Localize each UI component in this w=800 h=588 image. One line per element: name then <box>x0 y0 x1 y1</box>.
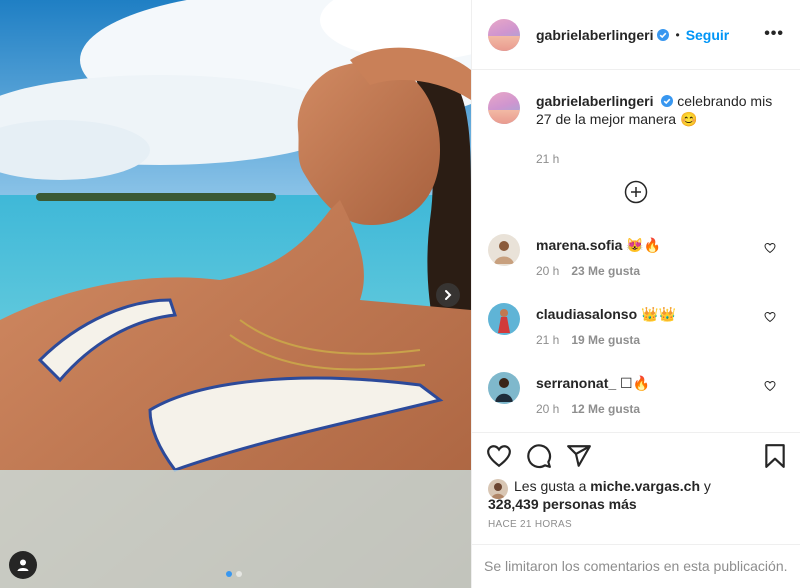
beach-photo <box>0 0 471 588</box>
action-bar <box>472 432 800 482</box>
comment-item: marena.sofia 😻🔥 20 h 23 Me gusta <box>488 234 784 290</box>
heart-icon[interactable] <box>764 380 776 392</box>
author-avatar[interactable] <box>488 18 520 51</box>
liker-avatar[interactable] <box>488 479 508 499</box>
likes-prefix: Les gusta a <box>514 478 587 494</box>
share-icon[interactable] <box>566 443 592 469</box>
comment-likes[interactable]: 19 Me gusta <box>571 333 640 347</box>
heart-icon[interactable] <box>486 443 512 469</box>
comment-text: 😻🔥 <box>626 237 662 253</box>
comment-time[interactable]: 21 h <box>536 333 559 347</box>
commenter-avatar[interactable] <box>488 303 520 335</box>
commenter-avatar[interactable] <box>488 372 520 404</box>
comment-text: 👑👑 <box>641 306 676 322</box>
comment-user[interactable]: serranonat_ ☐🔥 <box>536 375 650 392</box>
comment-user[interactable]: marena.sofia 😻🔥 <box>536 237 661 254</box>
follow-button[interactable]: Seguir <box>686 27 730 43</box>
post-timestamp[interactable]: HACE 21 HORAS <box>488 519 572 530</box>
comment-meta: 21 h 19 Me gusta <box>536 333 640 347</box>
comments-limited-notice: Se limitaron los comentarios en esta pub… <box>472 544 800 588</box>
more-options-button[interactable]: ••• <box>764 25 784 43</box>
comment-icon[interactable] <box>526 443 552 469</box>
caption-username[interactable]: gabrielaberlingeri <box>536 93 653 109</box>
comment-likes[interactable]: 23 Me gusta <box>571 264 640 278</box>
carousel-dot <box>226 571 232 577</box>
likes-summary: Les gusta a miche.vargas.ch y 328,439 pe… <box>488 477 711 513</box>
carousel-dots <box>226 571 242 577</box>
comment-meta: 20 h 23 Me gusta <box>536 264 640 278</box>
post-photo[interactable] <box>0 0 471 588</box>
caption-time[interactable]: 21 h <box>536 150 776 168</box>
liker-username[interactable]: miche.vargas.ch <box>590 478 700 494</box>
next-image-button[interactable] <box>436 283 460 307</box>
comment-time[interactable]: 20 h <box>536 402 559 416</box>
comment-likes[interactable]: 12 Me gusta <box>571 402 640 416</box>
comment-item: claudiasalonso 👑👑 21 h 19 Me gusta <box>488 303 784 359</box>
verified-icon <box>657 28 670 41</box>
caption-body: gabrielaberlingeri celebrando mis 27 de … <box>536 92 776 168</box>
tagged-users-button[interactable] <box>9 551 37 579</box>
comment-item: serranonat_ ☐🔥 20 h 12 Me gusta <box>488 372 784 428</box>
comment-meta: 20 h 12 Me gusta <box>536 402 640 416</box>
plus-circle-icon[interactable] <box>624 180 648 204</box>
user-tag-icon <box>17 559 29 571</box>
chevron-right-icon <box>445 290 452 300</box>
comment-text: ☐🔥 <box>620 375 651 391</box>
carousel-dot <box>236 571 242 577</box>
commenter-avatar[interactable] <box>488 234 520 266</box>
comment-user[interactable]: claudiasalonso 👑👑 <box>536 306 676 323</box>
heart-icon[interactable] <box>764 311 776 323</box>
instagram-post-view: gabrielaberlingeri • Seguir ••• gabriela… <box>0 0 800 588</box>
post-details-panel: gabrielaberlingeri • Seguir ••• gabriela… <box>471 0 800 588</box>
verified-icon <box>661 95 674 107</box>
header-separator: • <box>675 27 680 42</box>
likes-connector: y <box>703 478 711 494</box>
likes-count[interactable]: 328,439 personas más <box>488 496 637 512</box>
heart-icon[interactable] <box>764 242 776 254</box>
post-header: gabrielaberlingeri • Seguir ••• <box>472 0 800 70</box>
author-username[interactable]: gabrielaberlingeri <box>536 27 653 43</box>
caption-author-avatar[interactable] <box>488 92 520 124</box>
comment-time[interactable]: 20 h <box>536 264 559 278</box>
bookmark-icon[interactable] <box>762 443 788 469</box>
post-caption: gabrielaberlingeri celebrando mis 27 de … <box>472 70 800 168</box>
likes-line: Les gusta a miche.vargas.ch y <box>514 477 711 495</box>
